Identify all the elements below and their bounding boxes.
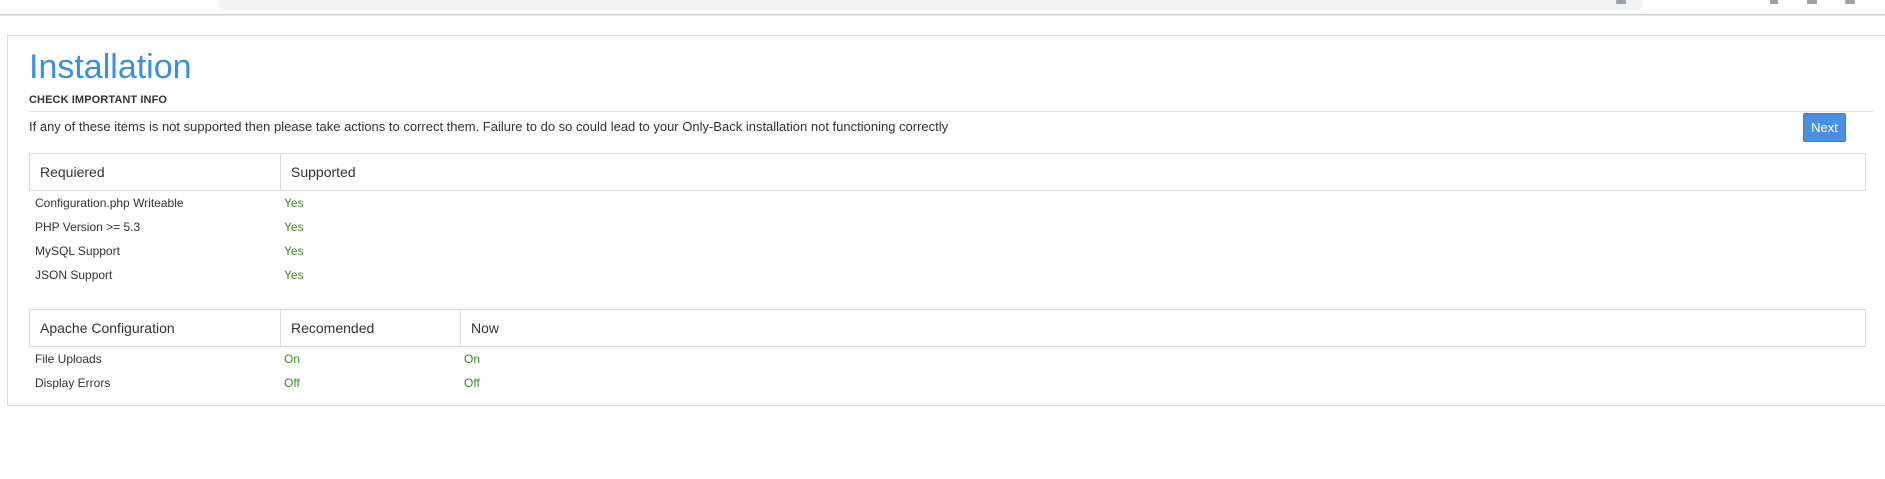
table-header-row: Requiered Supported [29, 153, 1866, 191]
section-heading: CHECK IMPORTANT INFO [29, 94, 1874, 112]
config-item: Display Errors [35, 376, 111, 390]
header-recommended: Recomended [280, 310, 460, 346]
table-row: File Uploads On On [29, 347, 1866, 371]
profile-icon[interactable] [1770, 0, 1778, 4]
requirement-item: PHP Version >= 5.3 [35, 220, 141, 234]
table-row: Configuration.php Writeable Yes [29, 191, 1866, 215]
requirements-table: Requiered Supported Configuration.php Wr… [29, 153, 1866, 287]
menu-icon[interactable] [1807, 0, 1817, 4]
requirement-item: MySQL Support [35, 244, 120, 258]
header-supported: Supported [280, 154, 1865, 190]
config-item: File Uploads [35, 352, 102, 366]
header-required: Requiered [40, 164, 105, 180]
page-title: Installation [29, 48, 192, 86]
config-now: Off [464, 376, 480, 390]
intro-text: If any of these items is not supported t… [29, 119, 949, 134]
table-row: JSON Support Yes [29, 263, 1866, 287]
header-now: Now [460, 310, 1865, 346]
window-icon[interactable] [1845, 0, 1855, 4]
config-recommended: On [284, 352, 301, 366]
browser-toolbar-edge [0, 0, 1885, 15]
header-apache-configuration: Apache Configuration [40, 320, 175, 336]
next-button[interactable]: Next [1803, 113, 1846, 142]
config-recommended: Off [284, 376, 300, 390]
table-row: PHP Version >= 5.3 Yes [29, 215, 1866, 239]
apache-config-table: Apache Configuration Recomended Now File… [29, 309, 1866, 395]
extension-icon[interactable] [1616, 0, 1626, 4]
config-now: On [464, 352, 481, 366]
table-row: Display Errors Off Off [29, 371, 1866, 395]
address-bar[interactable] [218, 0, 1643, 10]
requirement-status: Yes [284, 244, 304, 258]
requirement-status: Yes [284, 196, 304, 210]
requirement-status: Yes [284, 268, 304, 282]
requirement-status: Yes [284, 220, 304, 234]
installation-panel: Installation CHECK IMPORTANT INFO If any… [7, 35, 1885, 406]
table-header-row: Apache Configuration Recomended Now [29, 309, 1866, 347]
requirement-item: JSON Support [35, 268, 113, 282]
requirement-item: Configuration.php Writeable [35, 196, 184, 210]
table-row: MySQL Support Yes [29, 239, 1866, 263]
